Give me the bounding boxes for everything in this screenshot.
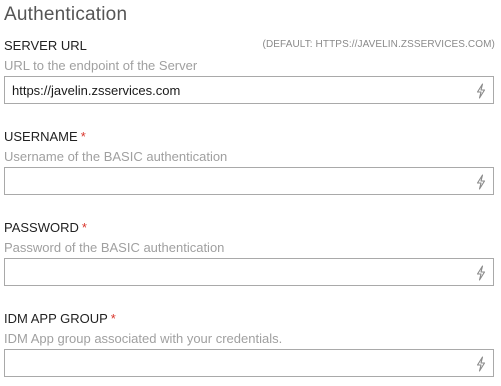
idm-app-group-field: IDM APP GROUP * IDM App group associated … (0, 311, 501, 381)
username-label-text: USERNAME (4, 129, 78, 144)
idm-app-group-input[interactable] (4, 349, 494, 377)
server-url-default-hint: (DEFAULT: HTTPS://JAVELIN.ZSSERVICES.COM… (262, 39, 495, 50)
server-url-input-value: https://javelin.zsservices.com (12, 83, 181, 98)
server-url-field: SERVER URL (DEFAULT: HTTPS://JAVELIN.ZSS… (0, 38, 501, 108)
lightning-bolt-icon[interactable] (475, 356, 487, 372)
password-field: PASSWORD * Password of the BASIC authenti… (0, 220, 501, 290)
required-marker: * (80, 129, 86, 144)
lightning-bolt-icon[interactable] (475, 265, 487, 281)
server-url-label: SERVER URL (4, 38, 87, 53)
idm-app-group-label: IDM APP GROUP * (4, 311, 116, 326)
password-input[interactable] (4, 258, 494, 286)
password-label-text: PASSWORD (4, 220, 79, 235)
server-url-input[interactable]: https://javelin.zsservices.com (4, 76, 494, 104)
required-marker: * (110, 311, 116, 326)
server-url-description: URL to the endpoint of the Server (4, 58, 198, 73)
username-field: USERNAME * Username of the BASIC authenti… (0, 129, 501, 199)
section-title: Authentication (4, 4, 128, 25)
password-label: PASSWORD * (4, 220, 87, 235)
username-label: USERNAME * (4, 129, 86, 144)
server-url-label-text: SERVER URL (4, 38, 87, 53)
lightning-bolt-icon[interactable] (475, 174, 487, 190)
username-description: Username of the BASIC authentication (4, 149, 228, 164)
required-marker: * (81, 220, 87, 235)
lightning-bolt-icon[interactable] (475, 83, 487, 99)
username-input[interactable] (4, 167, 494, 195)
idm-app-group-label-text: IDM APP GROUP (4, 311, 108, 326)
idm-app-group-description: IDM App group associated with your crede… (4, 331, 283, 346)
password-description: Password of the BASIC authentication (4, 240, 225, 255)
